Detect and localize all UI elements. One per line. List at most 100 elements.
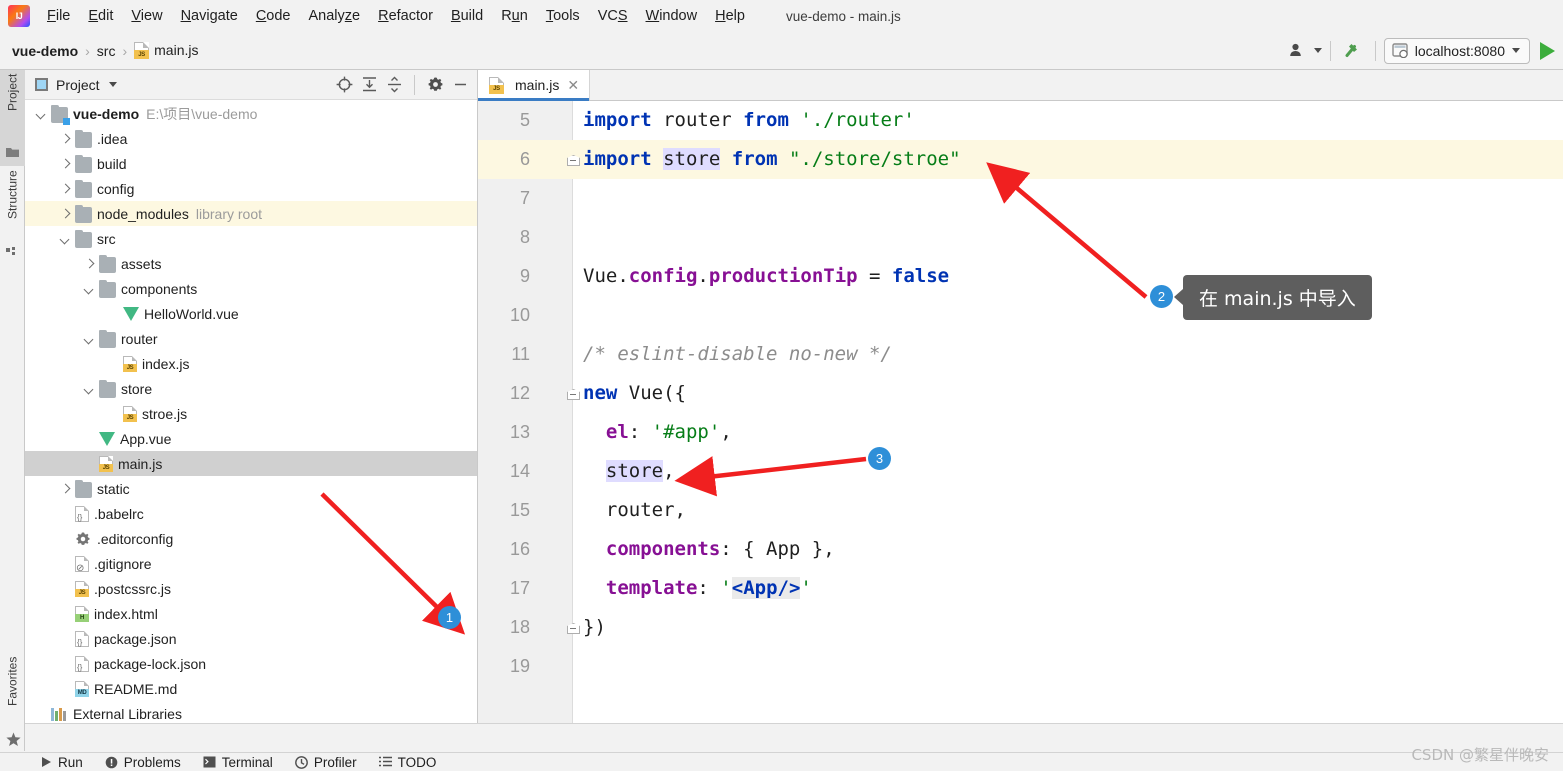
chevron-right-icon[interactable] — [59, 482, 72, 495]
code-fold-icon[interactable] — [566, 621, 580, 635]
code-line-6[interactable]: 6 import store from "./store/stroe" — [478, 140, 1563, 179]
tree-node--babelrc[interactable]: .babelrc — [25, 501, 477, 526]
tree-node-main-js[interactable]: main.js — [25, 451, 477, 476]
gear-icon[interactable] — [424, 74, 446, 96]
status-bar-item-problems[interactable]: Problems — [105, 755, 181, 770]
project-file-tree[interactable]: vue-demo E:\项目\vue-demo .idea build config no… — [25, 101, 477, 723]
chevron-right-icon[interactable] — [59, 207, 72, 220]
locate-target-icon[interactable] — [333, 74, 355, 96]
breadcrumb-label: vue-demo — [12, 43, 78, 59]
chevron-right-icon[interactable] — [83, 257, 96, 270]
tree-node-router[interactable]: router — [25, 326, 477, 351]
menu-item-window[interactable]: Window — [637, 0, 707, 32]
status-bar-item-profiler[interactable]: Profiler — [295, 755, 357, 770]
tree-node-readme-md[interactable]: README.md — [25, 676, 477, 701]
code-line-10[interactable]: 10 — [478, 296, 1563, 335]
code-line-18[interactable]: 18}) — [478, 608, 1563, 647]
tree-node-package-json[interactable]: package.json — [25, 626, 477, 651]
tree-node-stroe-js[interactable]: stroe.js — [25, 401, 477, 426]
tree-node-node-modules[interactable]: node_modules library root — [25, 201, 477, 226]
menu-item-analyze[interactable]: Analyze — [300, 0, 370, 32]
tree-spacer — [107, 307, 120, 320]
tree-node-index-html[interactable]: index.html — [25, 601, 477, 626]
code-line-19[interactable]: 19 — [478, 647, 1563, 686]
hammer-build-icon[interactable] — [1339, 38, 1367, 64]
user-settings-caret-icon[interactable] — [1314, 48, 1322, 53]
chevron-down-icon[interactable] — [35, 107, 48, 120]
tree-node-build[interactable]: build — [25, 151, 477, 176]
menu-item-tools[interactable]: Tools — [537, 0, 589, 32]
tree-node-config[interactable]: config — [25, 176, 477, 201]
tree-node-app-vue[interactable]: App.vue — [25, 426, 477, 451]
run-play-icon[interactable] — [1540, 42, 1555, 60]
breadcrumb-item-src[interactable]: src — [97, 43, 116, 59]
tree-node-index-js[interactable]: index.js — [25, 351, 477, 376]
tree-node-components[interactable]: components — [25, 276, 477, 301]
menu-item-edit[interactable]: Edit — [79, 0, 122, 32]
code-line-14[interactable]: 14 store, — [478, 452, 1563, 491]
chevron-down-icon[interactable] — [83, 332, 96, 345]
code-line-8[interactable]: 8 — [478, 218, 1563, 257]
menu-item-run[interactable]: Run — [492, 0, 537, 32]
tree-node-store[interactable]: store — [25, 376, 477, 401]
breadcrumb-item-main-js[interactable]: main.js — [134, 42, 198, 59]
chevron-down-icon[interactable] — [1512, 48, 1520, 53]
chevron-right-icon[interactable] — [59, 182, 72, 195]
breadcrumb-item-vue-demo[interactable]: vue-demo — [12, 43, 78, 59]
tree-node-src[interactable]: src — [25, 226, 477, 251]
code-line-9[interactable]: 9 Vue.config.productionTip = false — [478, 257, 1563, 296]
folder-icon — [75, 132, 92, 148]
code-lines[interactable]: 5 import router from './router' 6 import st… — [478, 101, 1563, 723]
code-editor[interactable]: 5 import router from './router' 6 import st… — [478, 101, 1563, 723]
menu-item-vcs[interactable]: VCS — [589, 0, 637, 32]
menu-item-code[interactable]: Code — [247, 0, 300, 32]
chevron-right-icon[interactable] — [59, 132, 72, 145]
code-token: : — [697, 577, 720, 599]
menu-item-navigate[interactable]: Navigate — [172, 0, 247, 32]
code-line-5[interactable]: 5 import router from './router' — [478, 101, 1563, 140]
collapse-all-icon[interactable] — [383, 74, 405, 96]
user-settings-icon[interactable] — [1284, 38, 1312, 64]
code-line-17[interactable]: 17 template: '<App/>' — [478, 569, 1563, 608]
chevron-right-icon[interactable] — [59, 157, 72, 170]
close-icon[interactable]: ✕ — [567, 77, 579, 94]
tree-node-external-libraries[interactable]: External Libraries — [25, 701, 477, 723]
menu-item-view[interactable]: View — [122, 0, 171, 32]
chevron-down-icon[interactable] — [83, 282, 96, 295]
menu-item-refactor[interactable]: Refactor — [369, 0, 442, 32]
tree-node--editorconfig[interactable]: .editorconfig — [25, 526, 477, 551]
code-line-12[interactable]: 12 new Vue({ — [478, 374, 1563, 413]
tree-node-package-lock-json[interactable]: package-lock.json — [25, 651, 477, 676]
code-fold-icon[interactable] — [566, 387, 580, 401]
code-line-13[interactable]: 13 el: '#app', — [478, 413, 1563, 452]
status-bar-item-terminal[interactable]: Terminal — [203, 755, 273, 770]
editor-tab-main-js[interactable]: main.js ✕ — [478, 70, 590, 100]
menu-item-help[interactable]: Help — [706, 0, 754, 32]
menu-item-file[interactable]: File — [38, 0, 79, 32]
code-line-16[interactable]: 16 components: { App }, — [478, 530, 1563, 569]
minimize-icon[interactable] — [449, 74, 471, 96]
code-token: store — [606, 460, 663, 482]
line-number: 17 — [478, 569, 530, 608]
code-line-11[interactable]: 11 /* eslint-disable no-new */ — [478, 335, 1563, 374]
menu-item-build[interactable]: Build — [442, 0, 492, 32]
tree-node--postcssrc-js[interactable]: .postcssrc.js — [25, 576, 477, 601]
tree-node--idea[interactable]: .idea — [25, 126, 477, 151]
expand-all-icon[interactable] — [358, 74, 380, 96]
code-line-15[interactable]: 15 router, — [478, 491, 1563, 530]
chevron-down-icon[interactable] — [59, 232, 72, 245]
chevron-down-icon[interactable] — [83, 382, 96, 395]
tree-node-helloworld-vue[interactable]: HelloWorld.vue — [25, 301, 477, 326]
html-file-icon — [75, 606, 89, 622]
editor-scrollbar[interactable] — [1555, 202, 1563, 771]
tree-node-static[interactable]: static — [25, 476, 477, 501]
status-bar-item-run[interactable]: Run — [40, 755, 83, 770]
chevron-down-icon[interactable] — [109, 82, 117, 87]
tree-node--gitignore[interactable]: .gitignore — [25, 551, 477, 576]
tree-node-assets[interactable]: assets — [25, 251, 477, 276]
status-bar-item-todo[interactable]: TODO — [379, 755, 437, 770]
tree-node-vue-demo[interactable]: vue-demo E:\项目\vue-demo — [25, 101, 477, 126]
code-line-7[interactable]: 7 — [478, 179, 1563, 218]
code-fold-icon[interactable] — [566, 153, 580, 167]
run-configuration-selector[interactable]: localhost:8080 — [1384, 38, 1530, 64]
